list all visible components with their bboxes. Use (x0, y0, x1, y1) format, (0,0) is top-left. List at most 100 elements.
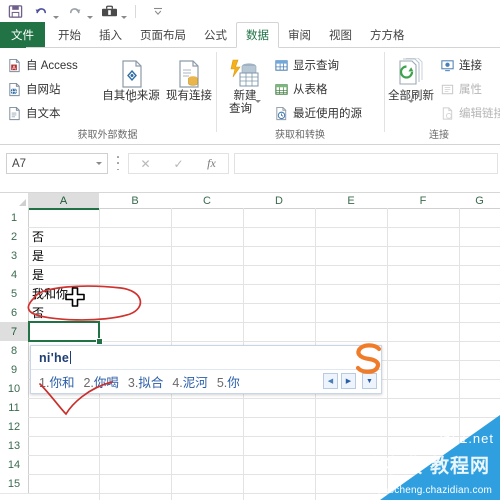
row-header-8[interactable]: 8 (0, 341, 29, 361)
ribbon-item-existing-connections[interactable]: 现有连接 (162, 56, 216, 103)
formula-bar-grip[interactable] (114, 156, 122, 170)
insert-function-icon[interactable]: fx (195, 155, 228, 172)
ribbon-item-label: 显示查询 (293, 60, 339, 72)
row-header-12[interactable]: 12 (0, 417, 29, 437)
row-header-2[interactable]: 2 (0, 227, 29, 247)
existing-connections-icon (174, 56, 204, 90)
cell-a4[interactable]: 是 (29, 265, 101, 284)
ribbon-item-connections[interactable]: 连接 (439, 54, 482, 76)
cell-a3[interactable]: 是 (29, 246, 101, 265)
ribbon-item-refresh-all[interactable]: 全部刷新 (385, 56, 437, 121)
name-box-dropdown-icon[interactable] (91, 162, 107, 165)
ime-composition-row: ni'he (31, 346, 381, 370)
ime-candidate-5[interactable]: 5.你 (217, 372, 240, 391)
tab-home[interactable]: 开始 (49, 22, 90, 48)
tab-formulas[interactable]: 公式 (195, 22, 236, 48)
ribbon-item-from-table[interactable]: 从表格 (273, 78, 328, 100)
ribbon-group-connections: 全部刷新 连接 属性 编辑链接 连接 (385, 48, 500, 143)
ribbon-item-label: 现有连接 (166, 90, 212, 102)
ime-text-caret (70, 351, 72, 364)
ime-candidate-4[interactable]: 4.泥河 (172, 372, 207, 391)
other-sources-dropdown-icon[interactable] (128, 99, 134, 121)
toolbox-dropdown-icon[interactable] (120, 0, 128, 23)
active-cell-a7[interactable] (28, 321, 100, 342)
ime-next-page-button[interactable]: ▶ (341, 373, 356, 389)
fill-handle[interactable] (96, 338, 103, 345)
column-header-f[interactable]: F (387, 193, 460, 209)
column-header-a[interactable]: A (28, 193, 100, 210)
column-header-g[interactable]: G (459, 193, 500, 209)
select-all-button[interactable] (0, 193, 29, 209)
ribbon-item-from-web[interactable]: 自网站 (6, 78, 61, 100)
refresh-all-dropdown-icon[interactable] (408, 99, 414, 121)
tab-page-layout[interactable]: 页面布局 (131, 22, 195, 48)
row-header-6[interactable]: 6 (0, 303, 29, 323)
row-header-5[interactable]: 5 (0, 284, 29, 304)
ribbon-group-label: 连接 (429, 130, 449, 141)
new-query-dropdown-icon[interactable] (255, 99, 261, 116)
svg-text:A: A (12, 65, 16, 71)
toolbox-icon[interactable] (98, 1, 120, 21)
row-header-15[interactable]: 15 (0, 474, 29, 494)
ribbon-tabs: 文件 开始 插入 页面布局 公式 数据 审阅 视图 方方格 (0, 22, 500, 48)
ribbon-group-label: 获取外部数据 (77, 130, 138, 141)
save-icon[interactable] (4, 1, 26, 21)
tab-fangfang[interactable]: 方方格 (361, 22, 414, 48)
ime-prev-page-button[interactable]: ◀ (323, 373, 338, 389)
undo-dropdown-icon[interactable] (52, 0, 60, 23)
enter-icon[interactable]: ✓ (162, 155, 195, 172)
ribbon-group-get-and-transform: 新建 查询 显示查询 从表格 最近使用的源 获取和转换 (217, 48, 383, 143)
row-header-7[interactable]: 7 (0, 322, 30, 342)
ribbon-item-recent-sources[interactable]: 最近使用的源 (273, 102, 362, 124)
redo-icon[interactable] (64, 1, 86, 21)
name-box-value: A7 (12, 157, 27, 170)
ime-candidate-2[interactable]: 2.你喝 (83, 372, 118, 391)
grid-hline (28, 398, 500, 399)
cancel-icon[interactable]: ✕ (129, 155, 162, 172)
tab-review[interactable]: 审阅 (279, 22, 320, 48)
row-header-1[interactable]: 1 (0, 208, 29, 228)
cell-a2[interactable]: 否 (29, 227, 101, 246)
ribbon-item-other-sources[interactable]: 自其他来源 (100, 56, 162, 121)
redo-dropdown-icon[interactable] (86, 0, 94, 23)
ime-candidate-3[interactable]: 3.拟合 (128, 372, 163, 391)
row-header-9[interactable]: 9 (0, 360, 29, 380)
ribbon-item-from-access[interactable]: A 自 Access (6, 54, 78, 76)
column-header-c[interactable]: C (171, 193, 244, 209)
excel-window: 文件 开始 插入 页面布局 公式 数据 审阅 视图 方方格 A 自 Access… (0, 0, 500, 500)
row-header-3[interactable]: 3 (0, 246, 29, 266)
formula-input[interactable] (234, 153, 498, 174)
tab-data[interactable]: 数据 (236, 22, 279, 48)
text-file-icon (6, 105, 23, 122)
formula-bar: A7 ✕ ✓ fx (0, 145, 500, 193)
connections-icon (439, 57, 456, 74)
grid-hline (28, 436, 500, 437)
name-box[interactable]: A7 (6, 153, 108, 174)
cell-a6[interactable]: 否 (29, 303, 101, 322)
row-header-11[interactable]: 11 (0, 398, 29, 418)
column-header-e[interactable]: E (315, 193, 388, 209)
undo-icon[interactable] (30, 1, 52, 21)
tab-insert[interactable]: 插入 (90, 22, 131, 48)
ribbon-item-show-queries[interactable]: 显示查询 (273, 54, 339, 76)
quick-access-toolbar (0, 0, 500, 22)
row-header-14[interactable]: 14 (0, 455, 29, 475)
ribbon-item-from-text[interactable]: 自文本 (6, 102, 61, 124)
customize-icon[interactable] (147, 1, 169, 21)
grid-hline (28, 455, 500, 456)
column-header-d[interactable]: D (243, 193, 316, 209)
refresh-all-icon (395, 56, 427, 90)
cell-a5[interactable]: 我和你 (29, 284, 101, 303)
column-header-b[interactable]: B (99, 193, 172, 209)
grid-hline (28, 493, 500, 494)
ime-candidate-1[interactable]: 1.你和 (39, 372, 74, 391)
row-header-13[interactable]: 13 (0, 436, 29, 456)
tab-file[interactable]: 文件 (0, 22, 45, 48)
recent-sources-icon (273, 105, 290, 122)
row-header-10[interactable]: 10 (0, 379, 29, 399)
ribbon-item-new-query[interactable]: 新建 查询 (219, 56, 271, 115)
tab-view[interactable]: 视图 (320, 22, 361, 48)
row-header-4[interactable]: 4 (0, 265, 29, 285)
grid-hline (28, 474, 500, 475)
ime-expand-button[interactable]: ▼ (362, 373, 377, 389)
